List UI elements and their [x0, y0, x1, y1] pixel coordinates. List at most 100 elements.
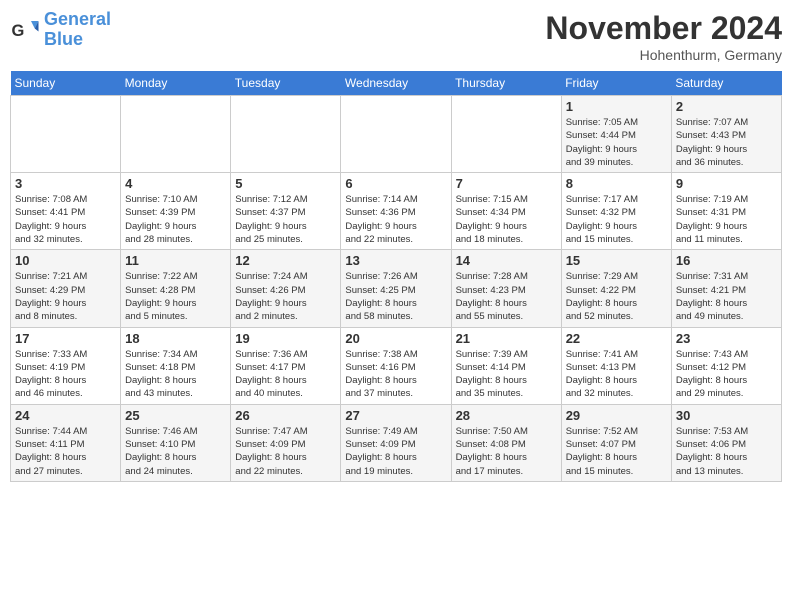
- day-number: 19: [235, 331, 336, 346]
- calendar-week-3: 17 Sunrise: 7:33 AMSunset: 4:19 PMDayligh…: [11, 327, 782, 404]
- calendar-cell: [11, 96, 121, 173]
- day-number: 17: [15, 331, 116, 346]
- day-info: Sunrise: 7:39 AMSunset: 4:14 PMDaylight:…: [456, 348, 557, 401]
- day-info: Sunrise: 7:52 AMSunset: 4:07 PMDaylight:…: [566, 425, 667, 478]
- calendar-cell: 11 Sunrise: 7:22 AMSunset: 4:28 PMDayligh…: [121, 250, 231, 327]
- day-info: Sunrise: 7:53 AMSunset: 4:06 PMDaylight:…: [676, 425, 777, 478]
- day-info: Sunrise: 7:49 AMSunset: 4:09 PMDaylight:…: [345, 425, 446, 478]
- day-info: Sunrise: 7:07 AMSunset: 4:43 PMDaylight:…: [676, 116, 777, 169]
- weekday-header-tuesday: Tuesday: [231, 71, 341, 96]
- day-info: Sunrise: 7:21 AMSunset: 4:29 PMDaylight:…: [15, 270, 116, 323]
- day-number: 7: [456, 176, 557, 191]
- calendar-cell: 8 Sunrise: 7:17 AMSunset: 4:32 PMDaylight…: [561, 173, 671, 250]
- day-number: 16: [676, 253, 777, 268]
- calendar-week-0: 1 Sunrise: 7:05 AMSunset: 4:44 PMDaylight…: [11, 96, 782, 173]
- calendar-cell: [121, 96, 231, 173]
- day-info: Sunrise: 7:38 AMSunset: 4:16 PMDaylight:…: [345, 348, 446, 401]
- calendar-cell: 7 Sunrise: 7:15 AMSunset: 4:34 PMDaylight…: [451, 173, 561, 250]
- day-number: 3: [15, 176, 116, 191]
- day-info: Sunrise: 7:50 AMSunset: 4:08 PMDaylight:…: [456, 425, 557, 478]
- calendar-cell: 23Sunrise: 7:43 AMSunset: 4:12 PMDayligh…: [671, 327, 781, 404]
- calendar-cell: 9Sunrise: 7:19 AMSunset: 4:31 PMDaylight…: [671, 173, 781, 250]
- day-info: Sunrise: 7:28 AMSunset: 4:23 PMDaylight:…: [456, 270, 557, 323]
- calendar-cell: 10 Sunrise: 7:21 AMSunset: 4:29 PMDayligh…: [11, 250, 121, 327]
- calendar-cell: 26 Sunrise: 7:47 AMSunset: 4:09 PMDayligh…: [231, 404, 341, 481]
- day-number: 26: [235, 408, 336, 423]
- day-number: 1: [566, 99, 667, 114]
- day-number: 8: [566, 176, 667, 191]
- day-info: Sunrise: 7:29 AMSunset: 4:22 PMDaylight:…: [566, 270, 667, 323]
- calendar-week-4: 24 Sunrise: 7:44 AMSunset: 4:11 PMDayligh…: [11, 404, 782, 481]
- day-number: 20: [345, 331, 446, 346]
- calendar-cell: [341, 96, 451, 173]
- day-number: 14: [456, 253, 557, 268]
- calendar-cell: 19Sunrise: 7:36 AMSunset: 4:17 PMDayligh…: [231, 327, 341, 404]
- day-number: 5: [235, 176, 336, 191]
- weekday-header-saturday: Saturday: [671, 71, 781, 96]
- day-number: 12: [235, 253, 336, 268]
- day-info: Sunrise: 7:08 AMSunset: 4:41 PMDaylight:…: [15, 193, 116, 246]
- calendar-cell: [451, 96, 561, 173]
- calendar-table: SundayMondayTuesdayWednesdayThursdayFrid…: [10, 71, 782, 482]
- day-info: Sunrise: 7:47 AMSunset: 4:09 PMDaylight:…: [235, 425, 336, 478]
- day-info: Sunrise: 7:33 AMSunset: 4:19 PMDaylight:…: [15, 348, 116, 401]
- day-info: Sunrise: 7:46 AMSunset: 4:10 PMDaylight:…: [125, 425, 226, 478]
- day-info: Sunrise: 7:19 AMSunset: 4:31 PMDaylight:…: [676, 193, 777, 246]
- logo-text: General Blue: [44, 10, 111, 50]
- day-info: Sunrise: 7:26 AMSunset: 4:25 PMDaylight:…: [345, 270, 446, 323]
- day-number: 18: [125, 331, 226, 346]
- weekday-header: SundayMondayTuesdayWednesdayThursdayFrid…: [11, 71, 782, 96]
- calendar-cell: 17 Sunrise: 7:33 AMSunset: 4:19 PMDayligh…: [11, 327, 121, 404]
- page-header: G General Blue November 2024 Hohenthurm,…: [10, 10, 782, 63]
- calendar-cell: 25Sunrise: 7:46 AMSunset: 4:10 PMDayligh…: [121, 404, 231, 481]
- day-number: 2: [676, 99, 777, 114]
- calendar-cell: 12 Sunrise: 7:24 AMSunset: 4:26 PMDayligh…: [231, 250, 341, 327]
- weekday-header-sunday: Sunday: [11, 71, 121, 96]
- day-number: 29: [566, 408, 667, 423]
- day-info: Sunrise: 7:17 AMSunset: 4:32 PMDaylight:…: [566, 193, 667, 246]
- day-info: Sunrise: 7:15 AMSunset: 4:34 PMDaylight:…: [456, 193, 557, 246]
- day-info: Sunrise: 7:05 AMSunset: 4:44 PMDaylight:…: [566, 116, 667, 169]
- calendar-cell: 1 Sunrise: 7:05 AMSunset: 4:44 PMDaylight…: [561, 96, 671, 173]
- calendar-cell: 15 Sunrise: 7:29 AMSunset: 4:22 PMDayligh…: [561, 250, 671, 327]
- calendar-cell: 4 Sunrise: 7:10 AMSunset: 4:39 PMDaylight…: [121, 173, 231, 250]
- month-title: November 2024: [545, 10, 782, 47]
- calendar-cell: 13Sunrise: 7:26 AMSunset: 4:25 PMDayligh…: [341, 250, 451, 327]
- calendar-cell: 3 Sunrise: 7:08 AMSunset: 4:41 PMDaylight…: [11, 173, 121, 250]
- day-number: 27: [345, 408, 446, 423]
- logo-icon: G: [10, 15, 40, 45]
- calendar-body: 1 Sunrise: 7:05 AMSunset: 4:44 PMDaylight…: [11, 96, 782, 482]
- day-number: 10: [15, 253, 116, 268]
- calendar-cell: 21Sunrise: 7:39 AMSunset: 4:14 PMDayligh…: [451, 327, 561, 404]
- day-info: Sunrise: 7:22 AMSunset: 4:28 PMDaylight:…: [125, 270, 226, 323]
- calendar-cell: 24 Sunrise: 7:44 AMSunset: 4:11 PMDayligh…: [11, 404, 121, 481]
- calendar-cell: 14 Sunrise: 7:28 AMSunset: 4:23 PMDayligh…: [451, 250, 561, 327]
- day-number: 6: [345, 176, 446, 191]
- day-info: Sunrise: 7:12 AMSunset: 4:37 PMDaylight:…: [235, 193, 336, 246]
- svg-text:G: G: [12, 22, 25, 40]
- day-info: Sunrise: 7:10 AMSunset: 4:39 PMDaylight:…: [125, 193, 226, 246]
- calendar-cell: 18 Sunrise: 7:34 AMSunset: 4:18 PMDayligh…: [121, 327, 231, 404]
- logo: G General Blue: [10, 10, 111, 50]
- calendar-cell: 20 Sunrise: 7:38 AMSunset: 4:16 PMDayligh…: [341, 327, 451, 404]
- calendar-cell: 22Sunrise: 7:41 AMSunset: 4:13 PMDayligh…: [561, 327, 671, 404]
- day-info: Sunrise: 7:31 AMSunset: 4:21 PMDaylight:…: [676, 270, 777, 323]
- day-number: 28: [456, 408, 557, 423]
- calendar-week-2: 10 Sunrise: 7:21 AMSunset: 4:29 PMDayligh…: [11, 250, 782, 327]
- day-info: Sunrise: 7:44 AMSunset: 4:11 PMDaylight:…: [15, 425, 116, 478]
- day-info: Sunrise: 7:14 AMSunset: 4:36 PMDaylight:…: [345, 193, 446, 246]
- calendar-cell: [231, 96, 341, 173]
- location: Hohenthurm, Germany: [545, 47, 782, 63]
- weekday-header-friday: Friday: [561, 71, 671, 96]
- day-info: Sunrise: 7:34 AMSunset: 4:18 PMDaylight:…: [125, 348, 226, 401]
- calendar-cell: 6 Sunrise: 7:14 AMSunset: 4:36 PMDaylight…: [341, 173, 451, 250]
- calendar-cell: 5 Sunrise: 7:12 AMSunset: 4:37 PMDaylight…: [231, 173, 341, 250]
- day-info: Sunrise: 7:24 AMSunset: 4:26 PMDaylight:…: [235, 270, 336, 323]
- calendar-cell: 29 Sunrise: 7:52 AMSunset: 4:07 PMDayligh…: [561, 404, 671, 481]
- day-number: 15: [566, 253, 667, 268]
- day-number: 11: [125, 253, 226, 268]
- day-number: 24: [15, 408, 116, 423]
- calendar-cell: 16 Sunrise: 7:31 AMSunset: 4:21 PMDayligh…: [671, 250, 781, 327]
- day-number: 23: [676, 331, 777, 346]
- day-number: 4: [125, 176, 226, 191]
